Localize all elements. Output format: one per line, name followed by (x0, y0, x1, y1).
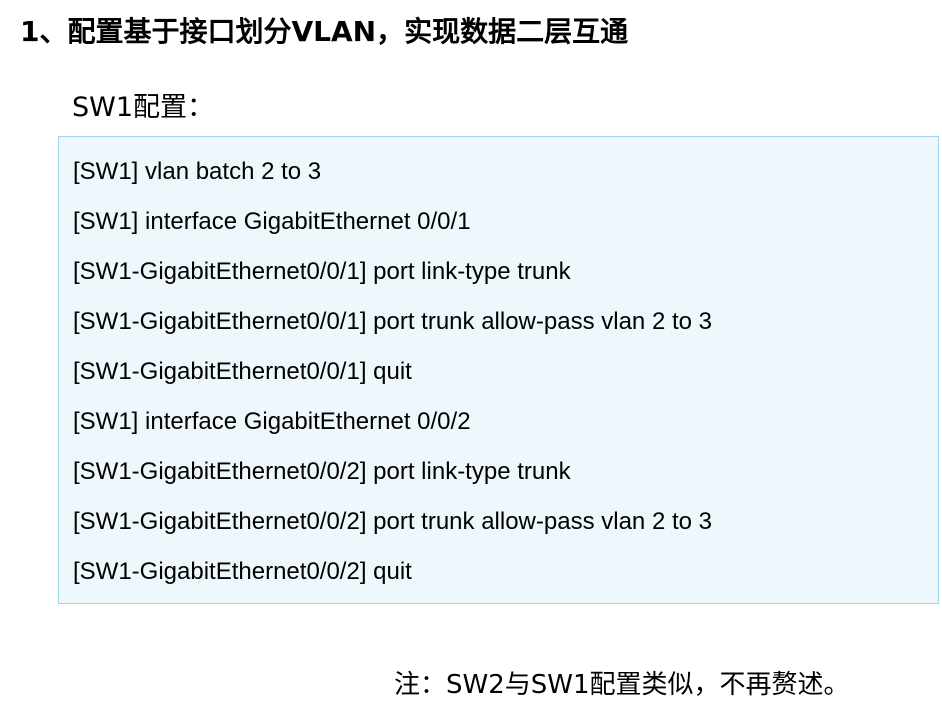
footnote: 注：SW2与SW1配置类似，不再赘述。 (394, 670, 850, 700)
config-code-block: [SW1] vlan batch 2 to 3 [SW1] interface … (58, 136, 939, 604)
config-subheading: SW1配置： (72, 92, 215, 123)
section-heading: 1、配置基于接口划分VLAN，实现数据二层互通 (20, 15, 629, 48)
code-line: [SW1] interface GigabitEthernet 0/0/1 (73, 208, 471, 235)
code-line: [SW1-GigabitEthernet0/0/2] port trunk al… (73, 508, 712, 535)
code-line: [SW1-GigabitEthernet0/0/2] quit (73, 558, 412, 585)
code-line: [SW1] interface GigabitEthernet 0/0/2 (73, 408, 471, 435)
code-line: [SW1-GigabitEthernet0/0/1] quit (73, 358, 412, 385)
code-line: [SW1-GigabitEthernet0/0/2] port link-typ… (73, 458, 571, 485)
code-line: [SW1] vlan batch 2 to 3 (73, 158, 322, 185)
code-line: [SW1-GigabitEthernet0/0/1] port trunk al… (73, 308, 712, 335)
code-line: [SW1-GigabitEthernet0/0/1] port link-typ… (73, 258, 571, 285)
